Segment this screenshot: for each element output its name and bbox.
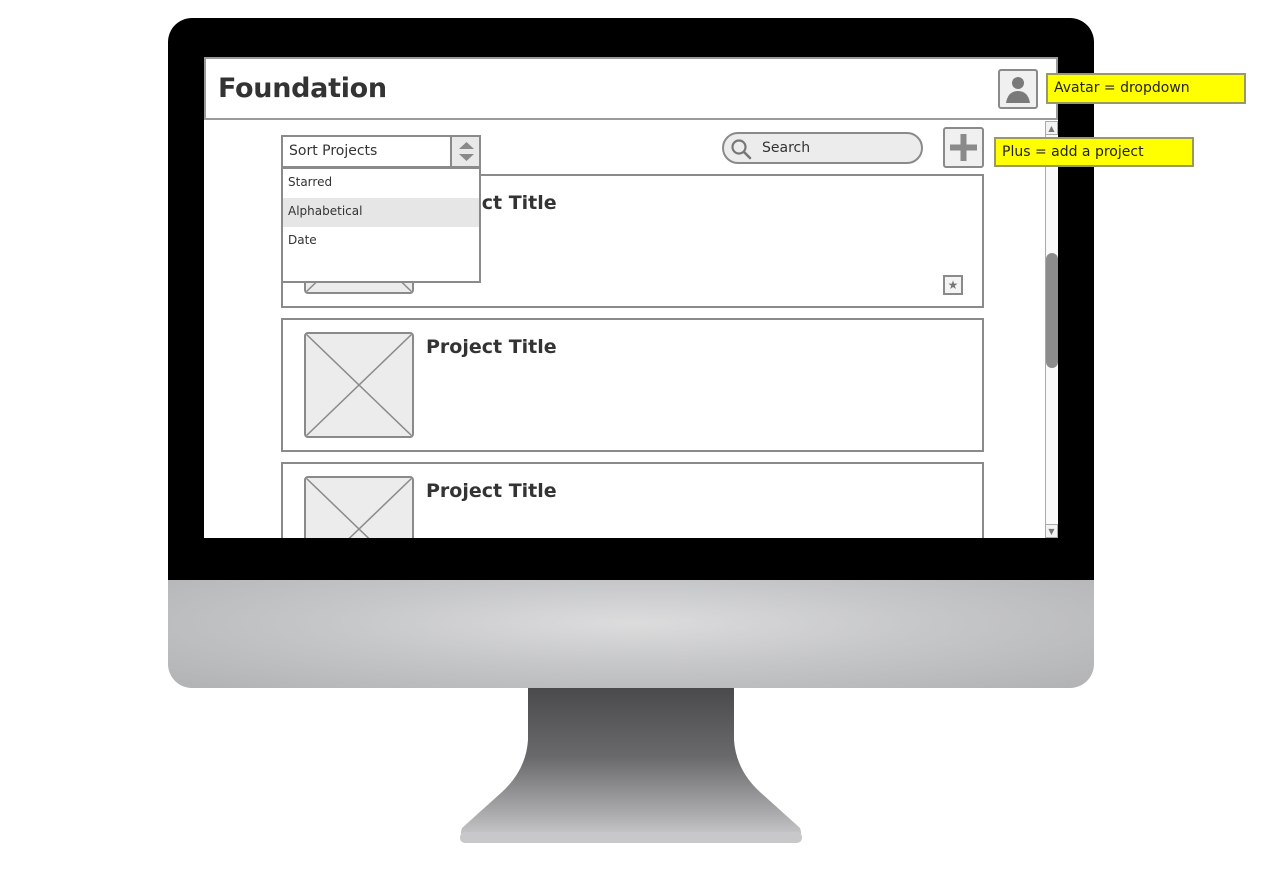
project-thumbnail [304, 332, 414, 438]
app-header: Foundation [204, 57, 1058, 120]
sort-option-date[interactable]: Date [283, 227, 479, 256]
scroll-down-arrow-icon[interactable]: ▼ [1045, 524, 1058, 538]
updown-arrows-icon[interactable] [450, 137, 479, 166]
sort-projects-select[interactable]: Sort Projects [281, 135, 481, 168]
sort-label: Sort Projects [289, 143, 378, 159]
add-project-button[interactable] [943, 127, 984, 168]
project-title[interactable]: Project Title [426, 480, 557, 502]
search-icon [731, 139, 752, 160]
avatar-annotation-note: Avatar = dropdown [1046, 73, 1246, 104]
sort-option-starred[interactable]: Starred [283, 169, 479, 198]
sort-option-alphabetical[interactable]: Alphabetical [283, 198, 479, 227]
scroll-up-arrow-icon[interactable]: ▲ [1045, 121, 1058, 135]
screen: Foundation ▲ ▼ Sort Projects Search Proj… [204, 57, 1058, 538]
project-card[interactable]: Project Title [281, 318, 984, 452]
user-silhouette-icon [1006, 77, 1030, 103]
project-card[interactable]: Project Title [281, 462, 984, 538]
avatar-button[interactable] [998, 69, 1038, 109]
plus-annotation-note: Plus = add a project [994, 137, 1194, 167]
project-title[interactable]: Project Title [426, 336, 557, 358]
plus-icon [950, 134, 977, 161]
sort-dropdown-menu: Starred Alphabetical Date [281, 167, 481, 283]
search-input[interactable]: Search [722, 132, 923, 164]
project-thumbnail [304, 476, 414, 538]
star-icon[interactable]: ★ [943, 275, 963, 295]
app-title: Foundation [218, 73, 387, 104]
monitor-chin [168, 580, 1094, 688]
scroll-thumb[interactable] [1046, 253, 1058, 368]
search-placeholder: Search [762, 140, 811, 156]
